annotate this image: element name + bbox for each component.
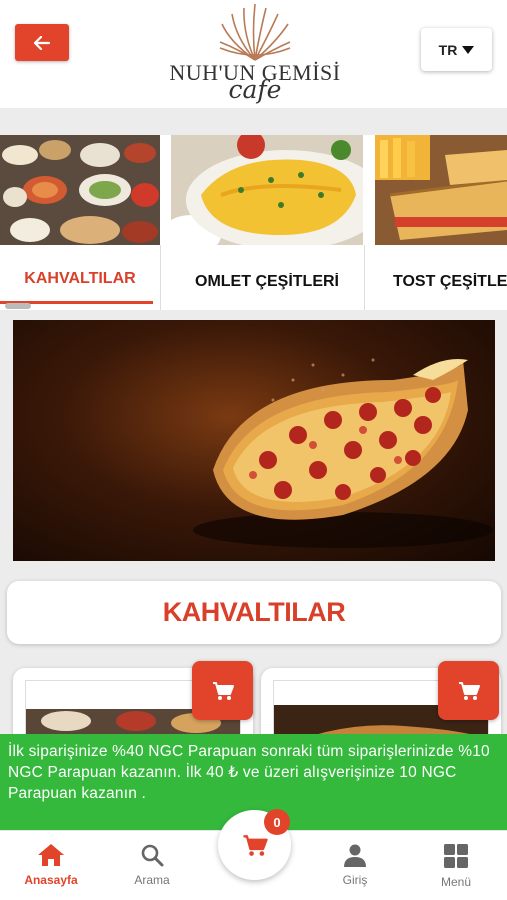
cart-icon [212,681,234,700]
nav-login-label: Giriş [342,873,368,887]
nav-menu[interactable]: Menü [416,843,496,889]
header: NUH'UN GEMİSİ cafe TR [0,0,507,108]
user-icon [344,844,366,867]
add-to-cart-button[interactable] [192,661,253,720]
pizza-image [193,358,493,548]
tab-divider [160,245,161,310]
section-title: KAHVALTILAR [7,581,501,644]
scroll-indicator [5,303,31,309]
nav-home[interactable]: Anasayfa [11,843,91,887]
cart-icon [458,681,480,700]
tab-kahvaltilar[interactable]: KAHVALTILAR [0,135,160,310]
home-icon [38,844,64,866]
tab-divider [364,245,365,310]
logo-subtitle: cafe [228,75,282,104]
search-icon [141,844,164,867]
cart-icon [243,834,268,856]
add-to-cart-button[interactable] [438,661,499,720]
cart-count-badge: 0 [264,809,290,835]
hero-banner [13,320,495,561]
tab-omlet[interactable]: OMLET ÇEŞİTLERİ [171,135,363,310]
tab-label: OMLET ÇEŞİTLERİ [195,273,339,290]
grid-icon [444,844,468,868]
logo: NUH'UN GEMİSİ cafe [160,2,350,106]
nav-search-label: Arama [134,873,170,887]
caret-down-icon [462,45,475,54]
category-image [0,135,160,245]
logo-fan-icon [219,3,291,61]
app-screen: NUH'UN GEMİSİ cafe TR KAHVALTILAR OMLET … [0,0,507,900]
category-image [171,135,363,245]
tab-label: TOST ÇEŞİTLE [393,273,507,290]
tab-label: KAHVALTILAR [24,270,136,287]
nav-search[interactable]: Arama [112,843,192,887]
nav-home-label: Anasayfa [24,873,78,887]
nav-login[interactable]: Giriş [315,843,395,887]
category-image [375,135,507,245]
back-button[interactable] [15,24,69,61]
tab-tost[interactable]: TOST ÇEŞİTLE [375,135,507,310]
category-tabs: KAHVALTILAR OMLET ÇEŞİTLERİ TOST ÇEŞİTLE [0,135,507,310]
arrow-left-icon [34,35,50,50]
language-selector[interactable]: TR [421,28,492,71]
language-label: TR [438,41,458,58]
nav-menu-label: Menü [440,875,472,889]
